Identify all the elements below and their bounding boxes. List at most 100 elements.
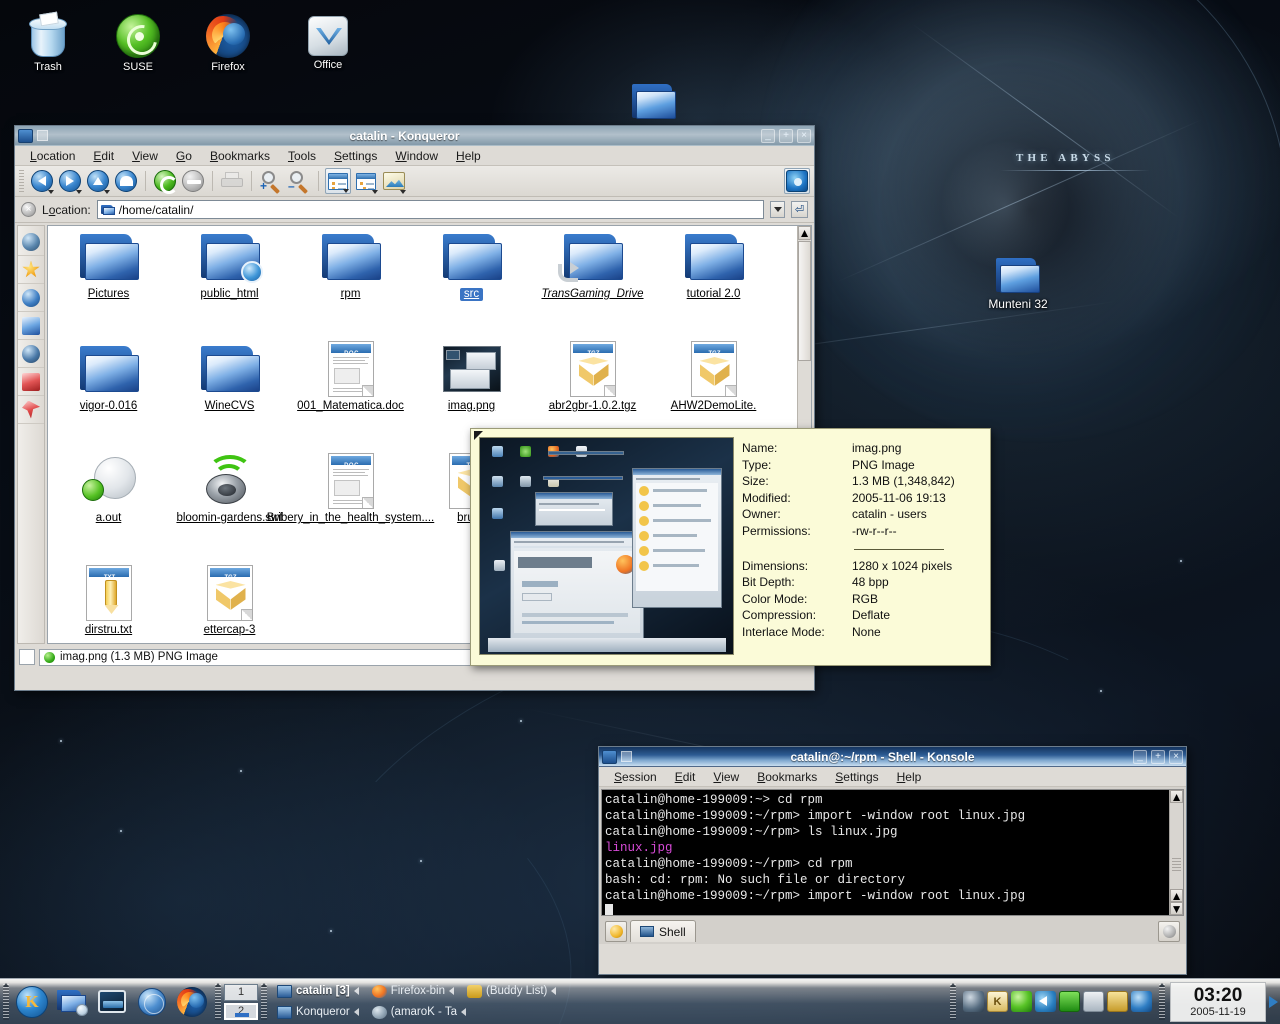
- file-item[interactable]: Pictures: [48, 226, 169, 301]
- tab-shell[interactable]: Shell: [630, 920, 696, 942]
- file-item[interactable]: DOC 001_Matematica.doc: [290, 338, 411, 413]
- menu-location[interactable]: Location: [21, 147, 84, 165]
- system-tray[interactable]: K: [959, 979, 1156, 1024]
- file-item[interactable]: src: [411, 226, 532, 301]
- close-button[interactable]: ×: [797, 128, 811, 143]
- file-item[interactable]: TXT dirstru.txt: [48, 562, 169, 637]
- clock-handle[interactable]: [1159, 982, 1165, 1020]
- close-button[interactable]: ×: [1169, 749, 1183, 764]
- taskbar-button[interactable]: Konqueror: [272, 1003, 364, 1022]
- forward-icon[interactable]: [57, 168, 83, 194]
- desktop-icon-firefox[interactable]: Firefox: [182, 10, 274, 73]
- zoom-out-icon[interactable]: –: [286, 168, 312, 194]
- menu-window[interactable]: Window: [386, 147, 447, 165]
- sidebar-network-icon[interactable]: [18, 228, 44, 256]
- konqueror-location-bar[interactable]: × Location: /home/catalin/ ⏎: [15, 197, 814, 223]
- taskbar-row-1[interactable]: catalin [3] Firefox-bin (Buddy List): [272, 982, 945, 1001]
- launcher-network-browser[interactable]: [135, 985, 169, 1019]
- zoom-in-icon[interactable]: +: [258, 168, 284, 194]
- file-item[interactable]: TGZ ettercap-3: [169, 562, 290, 637]
- location-go-button[interactable]: ⏎: [791, 201, 808, 218]
- location-input[interactable]: /home/catalin/: [96, 200, 764, 219]
- window-menu-icon[interactable]: [18, 128, 33, 143]
- reload-icon[interactable]: [152, 168, 178, 194]
- menu-help[interactable]: Help: [888, 768, 931, 786]
- taskbar-handle[interactable]: [261, 982, 267, 1020]
- panel-hide-button[interactable]: [1266, 982, 1280, 1022]
- suse-watcher-icon[interactable]: [1011, 991, 1032, 1012]
- scroll-thumb[interactable]: [798, 241, 811, 361]
- launcher-konqueror[interactable]: [55, 985, 89, 1019]
- kmenu-button[interactable]: K: [15, 985, 49, 1019]
- stop-icon[interactable]: [180, 168, 206, 194]
- location-dropdown-button[interactable]: [770, 201, 785, 218]
- menu-bookmarks[interactable]: Bookmarks: [201, 147, 279, 165]
- konqueror-menubar[interactable]: Location Edit View Go Bookmarks Tools Settings…: [15, 146, 814, 166]
- scroll-up-button[interactable]: ▲: [798, 226, 811, 240]
- file-item[interactable]: public_html: [169, 226, 290, 301]
- print-icon[interactable]: [219, 168, 245, 194]
- konsole-tabbar[interactable]: Shell: [601, 916, 1184, 942]
- toolbar-grip[interactable]: [19, 170, 24, 192]
- minimize-button[interactable]: _: [761, 128, 775, 143]
- pager-handle[interactable]: [215, 982, 221, 1020]
- minimize-button[interactable]: _: [1133, 749, 1147, 764]
- file-item[interactable]: imag.png: [411, 338, 532, 413]
- sidebar-pin-icon[interactable]: [18, 396, 44, 424]
- konsole-menubar[interactable]: Session Edit View Bookmarks Settings Help: [599, 767, 1186, 787]
- desktop-icon-suse[interactable]: SUSE: [92, 10, 184, 73]
- konsole-titlebar[interactable]: catalin@:~/rpm - Shell - Konsole _ + ×: [599, 747, 1186, 767]
- systray-handle[interactable]: [950, 982, 956, 1020]
- desktop-icon-office[interactable]: Office: [282, 8, 374, 71]
- menu-edit[interactable]: Edit: [666, 768, 705, 786]
- file-item[interactable]: TGZ AHW2DemoLite.: [653, 338, 774, 413]
- sidebar-bookmarks-star-icon[interactable]: [18, 256, 44, 284]
- panel-clock[interactable]: 03:20 2005-11-19: [1170, 981, 1266, 1022]
- desktop-icon-munteni-32[interactable]: Munteni 32: [972, 246, 1064, 311]
- file-item[interactable]: vigor-0.016: [48, 338, 169, 413]
- menu-go[interactable]: Go: [167, 147, 201, 165]
- home-icon[interactable]: [113, 168, 139, 194]
- image-preview-icon[interactable]: [381, 168, 407, 194]
- launcher-firefox[interactable]: [175, 985, 209, 1019]
- menu-edit[interactable]: Edit: [84, 147, 123, 165]
- menu-view[interactable]: View: [123, 147, 167, 165]
- taskbar-button[interactable]: catalin [3]: [272, 982, 364, 1001]
- taskbar-button[interactable]: Firefox-bin: [367, 982, 459, 1001]
- kuser-icon[interactable]: [1107, 991, 1128, 1012]
- taskbar[interactable]: catalin [3] Firefox-bin (Buddy List) Konqu…: [270, 981, 947, 1023]
- menu-session[interactable]: Session: [605, 768, 666, 786]
- scroll-up-button-2[interactable]: ▲: [1170, 889, 1183, 903]
- icon-view-icon[interactable]: [325, 168, 351, 194]
- menu-help[interactable]: Help: [447, 147, 490, 165]
- file-item[interactable]: tutorial 2.0: [653, 226, 774, 301]
- sidebar-services-globe-icon[interactable]: [18, 340, 44, 368]
- up-icon[interactable]: [85, 168, 111, 194]
- window-menu-icon[interactable]: [602, 749, 617, 764]
- screens-icon[interactable]: [1083, 991, 1104, 1012]
- pager-desktop-2[interactable]: 2: [224, 1002, 258, 1020]
- sticky-button[interactable]: [621, 751, 632, 762]
- konsole-window[interactable]: catalin@:~/rpm - Shell - Konsole _ + × S…: [598, 746, 1187, 975]
- tree-view-icon[interactable]: [353, 168, 379, 194]
- taskbar-row-2[interactable]: Konqueror (amaroK - Ta: [272, 1003, 945, 1022]
- terminal-area[interactable]: catalin@home-199009:~> cd rpm catalin@hom…: [601, 789, 1184, 916]
- volume-icon[interactable]: [1035, 991, 1056, 1012]
- pager-desktop-1[interactable]: 1: [224, 983, 258, 1001]
- maximize-button[interactable]: +: [779, 128, 793, 143]
- desktop-floating-folder[interactable]: [608, 72, 700, 120]
- konqueror-sidebar[interactable]: [17, 225, 45, 644]
- menu-settings[interactable]: Settings: [325, 147, 386, 165]
- clear-location-icon[interactable]: ×: [21, 202, 36, 217]
- sidebar-home-folder-icon[interactable]: [18, 312, 44, 340]
- taskbar-button[interactable]: (amaroK - Ta: [367, 1003, 471, 1022]
- menu-settings[interactable]: Settings: [826, 768, 887, 786]
- panel-handle[interactable]: [3, 982, 9, 1020]
- session-options-button[interactable]: [1158, 921, 1180, 942]
- scroll-up-button[interactable]: ▲: [1170, 790, 1183, 804]
- panel-launchers[interactable]: K: [12, 979, 212, 1024]
- kopete-icon[interactable]: [1131, 991, 1152, 1012]
- file-item[interactable]: rpm: [290, 226, 411, 301]
- sidebar-root-folder-icon[interactable]: [18, 368, 44, 396]
- menu-view[interactable]: View: [704, 768, 748, 786]
